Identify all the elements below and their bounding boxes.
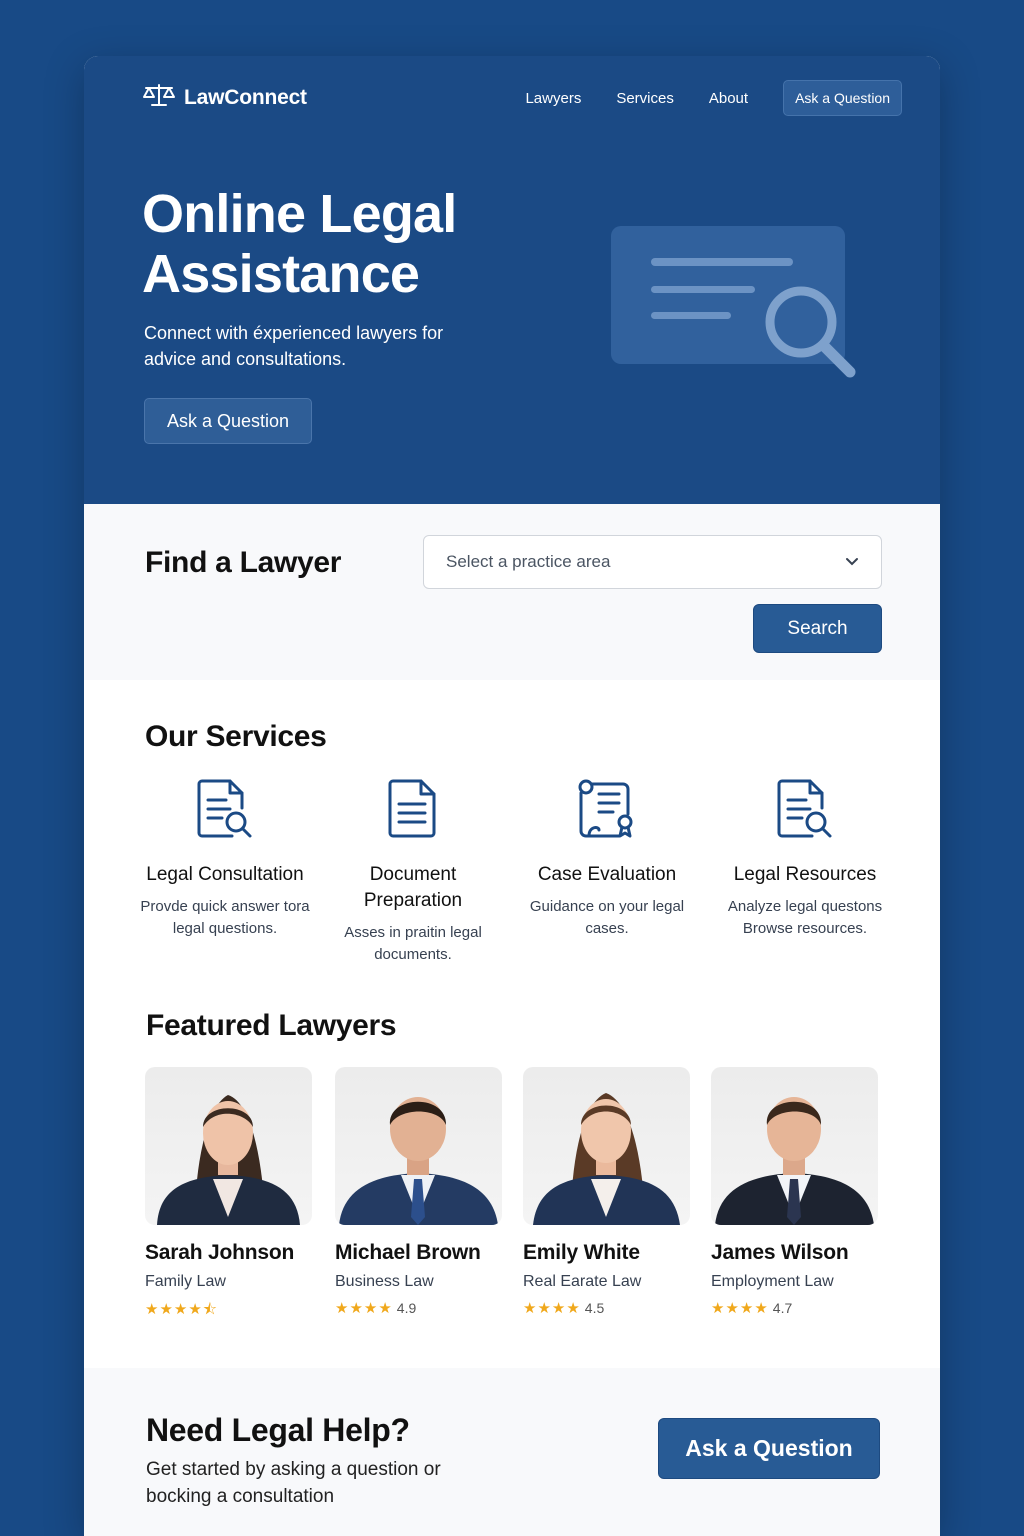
find-lawyer-title: Find a Lawyer [145,546,342,579]
star-rating-icon: ★★★★ [335,1300,393,1317]
lawyer-card[interactable]: Sarah Johnson Family Law ★★★★⯪ [145,1067,313,1324]
document-icon [318,778,508,842]
service-desc: Provde quick answer tora legal questions… [140,898,310,937]
star-rating-icon: ★★★★ [523,1300,581,1317]
document-search-icon [130,778,320,842]
lawyer-rating: ★★★★ 4.7 [711,1299,879,1317]
hero-title: Online Legal Assistance [142,184,457,304]
lawyer-photo [145,1067,312,1225]
brand-name: LawConnect [184,85,307,109]
nav-lawyers[interactable]: Lawyers [525,90,581,107]
star-rating-icon: ★★★★ [711,1300,769,1317]
lawyer-rating: ★★★★ 4.5 [523,1299,691,1317]
rating-value: 4.5 [584,1300,605,1316]
rating-value: 4.7 [772,1300,793,1316]
lawyer-photo [523,1067,690,1225]
service-desc: Asses in praitin legal documents. [344,924,482,963]
chevron-down-icon [845,553,859,571]
hero-subtitle: Connect with éxperienced lawyers for adv… [144,323,444,369]
service-name: Case Evaluation [537,864,677,885]
service-name: Legal Resources [733,864,877,885]
practice-area-placeholder: Select a practice area [446,552,611,571]
cta-section: Need Legal Help? Get started by asking a… [84,1368,940,1536]
lawyer-name: Michael Brown [335,1241,481,1264]
top-nav: Lawyers Services About Ask a Question [525,80,902,116]
featured-lawyers-title: Featured Lawyers [146,1009,397,1042]
lawyer-practice-area: Real Earate Law [523,1273,642,1290]
service-legal-resources[interactable]: Legal Resources Analyze legal questons B… [710,778,900,940]
page-card: LawConnect Lawyers Services About Ask a … [84,56,940,1536]
service-document-preparation[interactable]: Document Preparation Asses in praitin le… [318,778,508,966]
nav-services[interactable]: Services [616,90,674,107]
cta-title: Need Legal Help? [146,1412,410,1448]
brand-logo[interactable]: LawConnect [142,82,307,113]
service-case-evaluation[interactable]: Case Evaluation Guidance on your legal c… [512,778,702,940]
service-desc: Guidance on your legal cases. [529,898,685,937]
find-lawyer-section: Find a Lawyer Select a practice area Sea… [84,504,940,680]
lawyer-practice-area: Business Law [335,1273,434,1290]
lawyer-card[interactable]: Emily White Real Earate Law ★★★★ 4.5 [523,1067,691,1317]
lawyer-rating: ★★★★ 4.9 [335,1299,503,1317]
certificate-icon [512,778,702,842]
cta-ask-question-button[interactable]: Ask a Question [658,1418,880,1479]
hero-ask-question-button[interactable]: Ask a Question [144,398,312,444]
service-name: Document Preparation [363,864,463,911]
lawyer-practice-area: Family Law [145,1273,226,1290]
document-search-illustration [609,224,869,389]
services-title: Our Services [145,720,327,753]
practice-area-select[interactable]: Select a practice area [423,535,882,589]
lawyer-name: James Wilson [711,1241,849,1264]
cta-subtitle: Get started by asking a question or bock… [146,1459,441,1507]
document-search-icon [710,778,900,842]
lawyer-name: Emily White [523,1241,640,1264]
lawyer-card[interactable]: James Wilson Employment Law ★★★★ 4.7 [711,1067,879,1317]
star-rating-icon: ★★★★⯪ [145,1301,218,1318]
lawyer-name: Sarah Johnson [145,1241,295,1264]
service-name: Legal Consultation [146,864,304,885]
lawyer-practice-area: Employment Law [711,1273,834,1290]
search-button[interactable]: Search [753,604,882,653]
hero-section: LawConnect Lawyers Services About Ask a … [84,56,940,504]
lawyer-rating: ★★★★⯪ [145,1299,313,1324]
service-legal-consultation[interactable]: Legal Consultation Provde quick answer t… [130,778,320,940]
lawyer-card[interactable]: Michael Brown Business Law ★★★★ 4.9 [335,1067,503,1317]
lawyer-photo [711,1067,878,1225]
rating-value: 4.9 [396,1300,417,1316]
scales-icon [142,82,176,113]
lawyer-photo [335,1067,502,1225]
nav-about[interactable]: About [709,90,748,107]
nav-ask-question-button[interactable]: Ask a Question [783,80,902,116]
service-desc: Analyze legal questons Browse resources. [727,898,883,937]
